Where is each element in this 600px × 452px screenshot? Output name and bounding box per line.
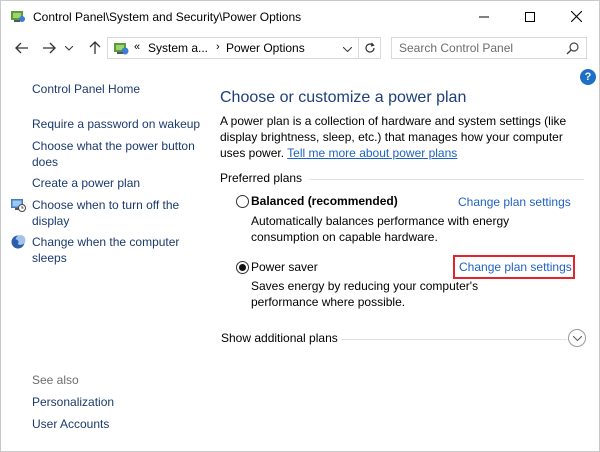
minimize-icon (479, 16, 489, 17)
recent-locations-button[interactable] (63, 38, 75, 58)
control-panel-icon (112, 41, 130, 56)
sidebar-item-create-plan[interactable]: Create a power plan (32, 175, 202, 191)
breadcrumb-system-security[interactable]: System a... (148, 41, 208, 55)
radio-balanced[interactable] (236, 195, 249, 208)
chevron-down-icon (342, 46, 352, 52)
sleep-moon-icon (10, 234, 26, 250)
control-panel-icon (10, 9, 26, 23)
sidebar: Control Panel Home Require a password on… (1, 64, 209, 452)
refresh-icon (364, 42, 375, 53)
chevron-down-icon (65, 45, 73, 51)
search-icon[interactable] (566, 41, 580, 55)
change-plan-settings-balanced[interactable]: Change plan settings (458, 195, 571, 209)
plan-description-balanced: Automatically balances performance with … (251, 214, 510, 244)
page-title: Choose or customize a power plan (220, 89, 467, 106)
sidebar-item-turn-off-display[interactable]: Choose when to turn off the display (32, 197, 202, 229)
breadcrumb-power-options[interactable]: Power Options (226, 41, 305, 55)
show-additional-plans-label[interactable]: Show additional plans (221, 331, 338, 345)
navigation-bar: « System a... › Power Options (1, 32, 599, 64)
search-input[interactable] (393, 39, 563, 57)
group-divider (309, 179, 584, 180)
plan-name-power-saver[interactable]: Power saver (251, 260, 318, 274)
maximize-button[interactable] (507, 1, 553, 32)
plan-description-power-saver: Saves energy by reducing your computer's… (251, 279, 479, 309)
sidebar-item-power-button[interactable]: Choose what the power button does (32, 138, 202, 170)
page-description: A power plan is a collection of hardware… (220, 113, 582, 161)
close-icon (570, 11, 582, 22)
see-also-personalization[interactable]: Personalization (32, 394, 202, 410)
see-also-heading: See also (32, 373, 79, 387)
back-button[interactable] (12, 38, 32, 58)
chevron-down-icon (572, 335, 582, 341)
display-clock-icon (10, 197, 26, 213)
maximize-icon (525, 11, 535, 22)
main-content: Choose or customize a power plan A power… (209, 64, 599, 452)
learn-more-link[interactable]: Tell me more about power plans (287, 146, 457, 160)
preferred-plans-label: Preferred plans (220, 171, 303, 185)
forward-button[interactable] (39, 38, 59, 58)
radio-power-saver[interactable] (236, 261, 249, 274)
breadcrumb-overflow[interactable]: « (134, 41, 140, 53)
plan-name-balanced[interactable]: Balanced (recommended) (251, 194, 398, 208)
breadcrumb-separator[interactable]: › (216, 41, 220, 53)
address-bar[interactable]: « System a... › Power Options (107, 37, 359, 59)
power-options-window: Control Panel\System and Security\Power … (0, 0, 600, 452)
up-button[interactable] (85, 38, 105, 58)
refresh-button[interactable] (359, 37, 381, 59)
arrow-right-icon (43, 42, 56, 54)
sidebar-item-require-password[interactable]: Require a password on wakeup (32, 116, 202, 132)
search-box (391, 37, 587, 59)
additional-plans-divider (341, 339, 567, 340)
close-button[interactable] (553, 1, 599, 32)
address-dropdown-button[interactable] (340, 42, 354, 56)
expand-additional-plans-button[interactable] (568, 329, 586, 347)
title-bar[interactable]: Control Panel\System and Security\Power … (1, 1, 599, 32)
minimize-button[interactable] (461, 1, 507, 32)
sidebar-item-computer-sleeps[interactable]: Change when the computer sleeps (32, 234, 202, 266)
window-title: Control Panel\System and Security\Power … (33, 10, 302, 24)
sidebar-item-control-panel-home[interactable]: Control Panel Home (32, 81, 202, 97)
change-plan-settings-power-saver[interactable]: Change plan settings (459, 260, 572, 274)
arrow-left-icon (15, 42, 28, 54)
arrow-up-icon (89, 41, 101, 54)
see-also-user-accounts[interactable]: User Accounts (32, 416, 202, 432)
